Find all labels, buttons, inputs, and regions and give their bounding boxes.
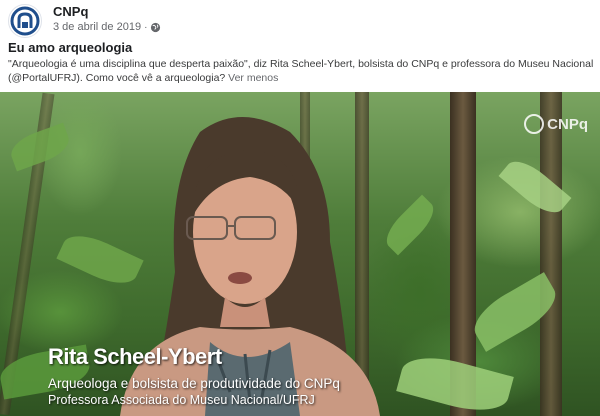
speaker-name: Rita Scheel-Ybert (48, 344, 222, 369)
cnpq-watermark-icon (524, 114, 545, 134)
post-title: Eu amo arqueologia (8, 40, 133, 55)
post-body: "Arqueologia é uma disciplina que desper… (8, 58, 594, 84)
speaker-institution: Professora Associada do Museu Nacional/U… (48, 393, 315, 407)
cnpq-logo-icon (10, 6, 40, 36)
post-header: CNPq 3 de abril de 2019 · (0, 0, 600, 40)
lower-third-caption: Rita Scheel-Ybert Arqueologa e bolsista … (48, 344, 340, 407)
cnpq-watermark-text: CNPq (547, 115, 588, 133)
page-name-link[interactable]: CNPq (53, 4, 88, 19)
page-avatar[interactable] (8, 4, 42, 38)
post-text: "Arqueologia é uma disciplina que desper… (8, 57, 594, 85)
video-player[interactable]: CNPq Rita Scheel-Ybert Arqueologa e bols… (0, 92, 600, 416)
meta-separator: · (144, 21, 148, 33)
globe-icon (151, 22, 161, 32)
speaker-role: Arqueologa e bolsista de produtividade d… (48, 376, 340, 391)
cnpq-watermark: CNPq (524, 114, 588, 134)
see-less-link[interactable]: Ver menos (228, 72, 278, 84)
post-date[interactable]: 3 de abril de 2019 (53, 21, 141, 33)
post-meta: 3 de abril de 2019 · (53, 21, 161, 33)
